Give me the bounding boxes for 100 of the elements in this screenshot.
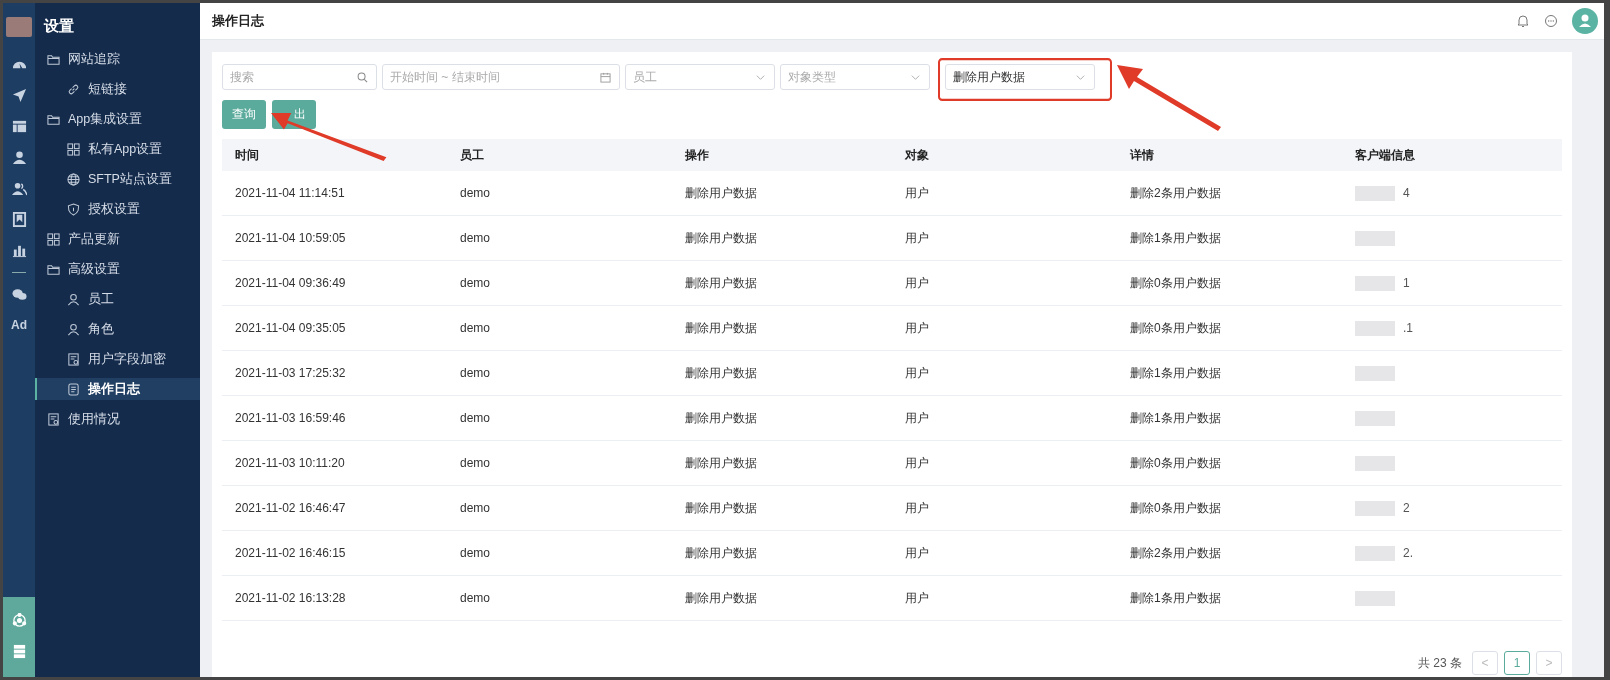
table-cell-text: 删除用户数据 — [685, 229, 758, 247]
redaction-bar — [1355, 455, 1395, 471]
notifications-icon[interactable] — [1516, 14, 1530, 28]
sidebar-title: 设置 — [42, 17, 75, 36]
ad-nav-item[interactable]: Ad — [11, 318, 27, 332]
table-cell-text: 删除1条用户数据 — [1130, 364, 1222, 382]
table-cell-text: demo — [460, 186, 492, 200]
table-cell-text: demo — [460, 411, 492, 425]
bar-chart-icon[interactable] — [11, 243, 27, 258]
user-icon[interactable] — [11, 150, 27, 165]
sidebar-item[interactable]: 私有App设置 — [35, 138, 200, 160]
column-header: 客户端信息 — [1355, 146, 1416, 164]
redaction-bar — [1355, 410, 1395, 426]
folder-icon — [47, 112, 60, 126]
bookmark-icon[interactable] — [11, 212, 27, 227]
table-cell-text: 删除用户数据 — [685, 454, 758, 472]
chat-icon[interactable] — [11, 287, 27, 302]
sidebar-item[interactable]: 网站追踪 — [35, 48, 200, 70]
globe-icon — [67, 172, 80, 186]
table-cell-text: 删除1条用户数据 — [1130, 589, 1222, 607]
table-cell-text: demo — [460, 456, 492, 470]
redaction-bar — [1355, 365, 1395, 381]
sidebar-item[interactable]: 角色 — [35, 318, 200, 340]
table-cell-text: 删除用户数据 — [685, 409, 758, 427]
document-icon — [47, 412, 60, 426]
network-icon[interactable] — [11, 613, 27, 628]
table-cell-text: 删除2条用户数据 — [1130, 184, 1222, 202]
table-cell-text: 删除用户数据 — [685, 364, 758, 382]
table-cell-text: 用户 — [905, 589, 930, 607]
users-icon[interactable] — [11, 181, 27, 196]
sidebar-item[interactable]: 使用情况 — [35, 408, 200, 430]
column-header: 对象 — [905, 146, 930, 164]
table-cell-text: 用户 — [905, 229, 930, 247]
table-cell-text: 2021-11-02 16:13:28 — [235, 591, 347, 605]
table-cell-text: 删除用户数据 — [685, 499, 758, 517]
table-cell-text: 用户 — [905, 274, 930, 292]
server-icon[interactable] — [11, 644, 27, 659]
table-cell-text: 2021-11-04 09:35:05 — [235, 321, 347, 335]
sidebar-item[interactable]: 员工 — [35, 288, 200, 310]
table-cell-text: 删除0条用户数据 — [1130, 319, 1222, 337]
table-cell-text: 删除用户数据 — [685, 319, 758, 337]
table-cell-text: 删除用户数据 — [685, 184, 758, 202]
table-cell: 4 — [1403, 186, 1410, 200]
table-cell-text: demo — [460, 366, 492, 380]
redaction-bar — [1355, 500, 1395, 516]
sidebar-item[interactable]: App集成设置 — [35, 108, 200, 130]
sidebar-item[interactable]: 产品更新 — [35, 228, 200, 250]
sidebar-item[interactable]: 授权设置 — [35, 198, 200, 220]
redaction-bar — [1355, 230, 1395, 246]
redaction-bar — [1355, 545, 1395, 561]
table-cell: 2. — [1403, 546, 1413, 560]
table-cell-text: 2021-11-02 16:46:47 — [235, 501, 347, 515]
table-cell-text: 删除用户数据 — [685, 544, 758, 562]
table-cell: .1 — [1403, 321, 1413, 335]
table-cell-text: demo — [460, 501, 492, 515]
paper-plane-icon[interactable] — [11, 88, 27, 103]
layout-icon[interactable] — [11, 119, 27, 134]
list-icon — [67, 382, 80, 396]
table-cell: 2 — [1403, 501, 1410, 515]
table-cell: 1 — [1403, 276, 1410, 290]
column-header: 详情 — [1130, 146, 1155, 164]
table-cell-text: 2021-11-03 10:11:20 — [235, 456, 346, 470]
person-icon — [67, 292, 80, 306]
table-cell-text: 删除用户数据 — [685, 274, 758, 292]
table-cell-text: demo — [460, 231, 492, 245]
sidebar-item[interactable]: SFTP站点设置 — [35, 168, 200, 190]
redaction-bar — [1355, 320, 1395, 336]
redaction-bar — [1355, 185, 1395, 201]
select-field[interactable]: 删除用户数据 — [945, 64, 1095, 90]
search-icon — [357, 71, 368, 83]
chat-bubble-icon[interactable] — [1544, 14, 1558, 28]
table-cell-text: 2021-11-03 16:59:46 — [235, 411, 347, 425]
column-header: 时间 — [235, 146, 260, 164]
sidebar-item[interactable]: 高级设置 — [35, 258, 200, 280]
table-cell-text: 删除0条用户数据 — [1130, 454, 1222, 472]
table-cell-text: 删除2条用户数据 — [1130, 544, 1222, 562]
table-cell-text: 删除0条用户数据 — [1130, 274, 1222, 292]
table-cell-text: demo — [460, 321, 492, 335]
table-cell-text: demo — [460, 276, 492, 290]
table-cell-text: 用户 — [905, 454, 930, 472]
sidebar-item[interactable]: 操作日志 — [35, 378, 200, 400]
table-cell-text: 2021-11-04 09:36:49 — [235, 276, 347, 290]
logo-icon — [6, 17, 32, 37]
link-icon — [67, 82, 80, 96]
sidebar-item[interactable]: 用户字段加密 — [35, 348, 200, 370]
table-cell-text: 2021-11-02 16:46:15 — [235, 546, 347, 560]
folder-icon — [47, 262, 60, 276]
table-cell-text: 用户 — [905, 499, 930, 517]
table-cell-text: 用户 — [905, 409, 930, 427]
table-cell-text: 删除0条用户数据 — [1130, 499, 1222, 517]
table-cell-text: demo — [460, 546, 492, 560]
table-cell-text: 用户 — [905, 319, 930, 337]
sidebar-item[interactable]: 短链接 — [35, 78, 200, 100]
table-cell-text: demo — [460, 591, 492, 605]
table-cell-text: 删除用户数据 — [685, 589, 758, 607]
person-icon — [67, 322, 80, 336]
folder-icon — [47, 52, 60, 66]
table-cell-text: 2021-11-04 11:14:51 — [235, 186, 346, 200]
grid-icon — [67, 142, 80, 156]
table-cell-text: 2021-11-03 17:25:32 — [235, 366, 347, 380]
